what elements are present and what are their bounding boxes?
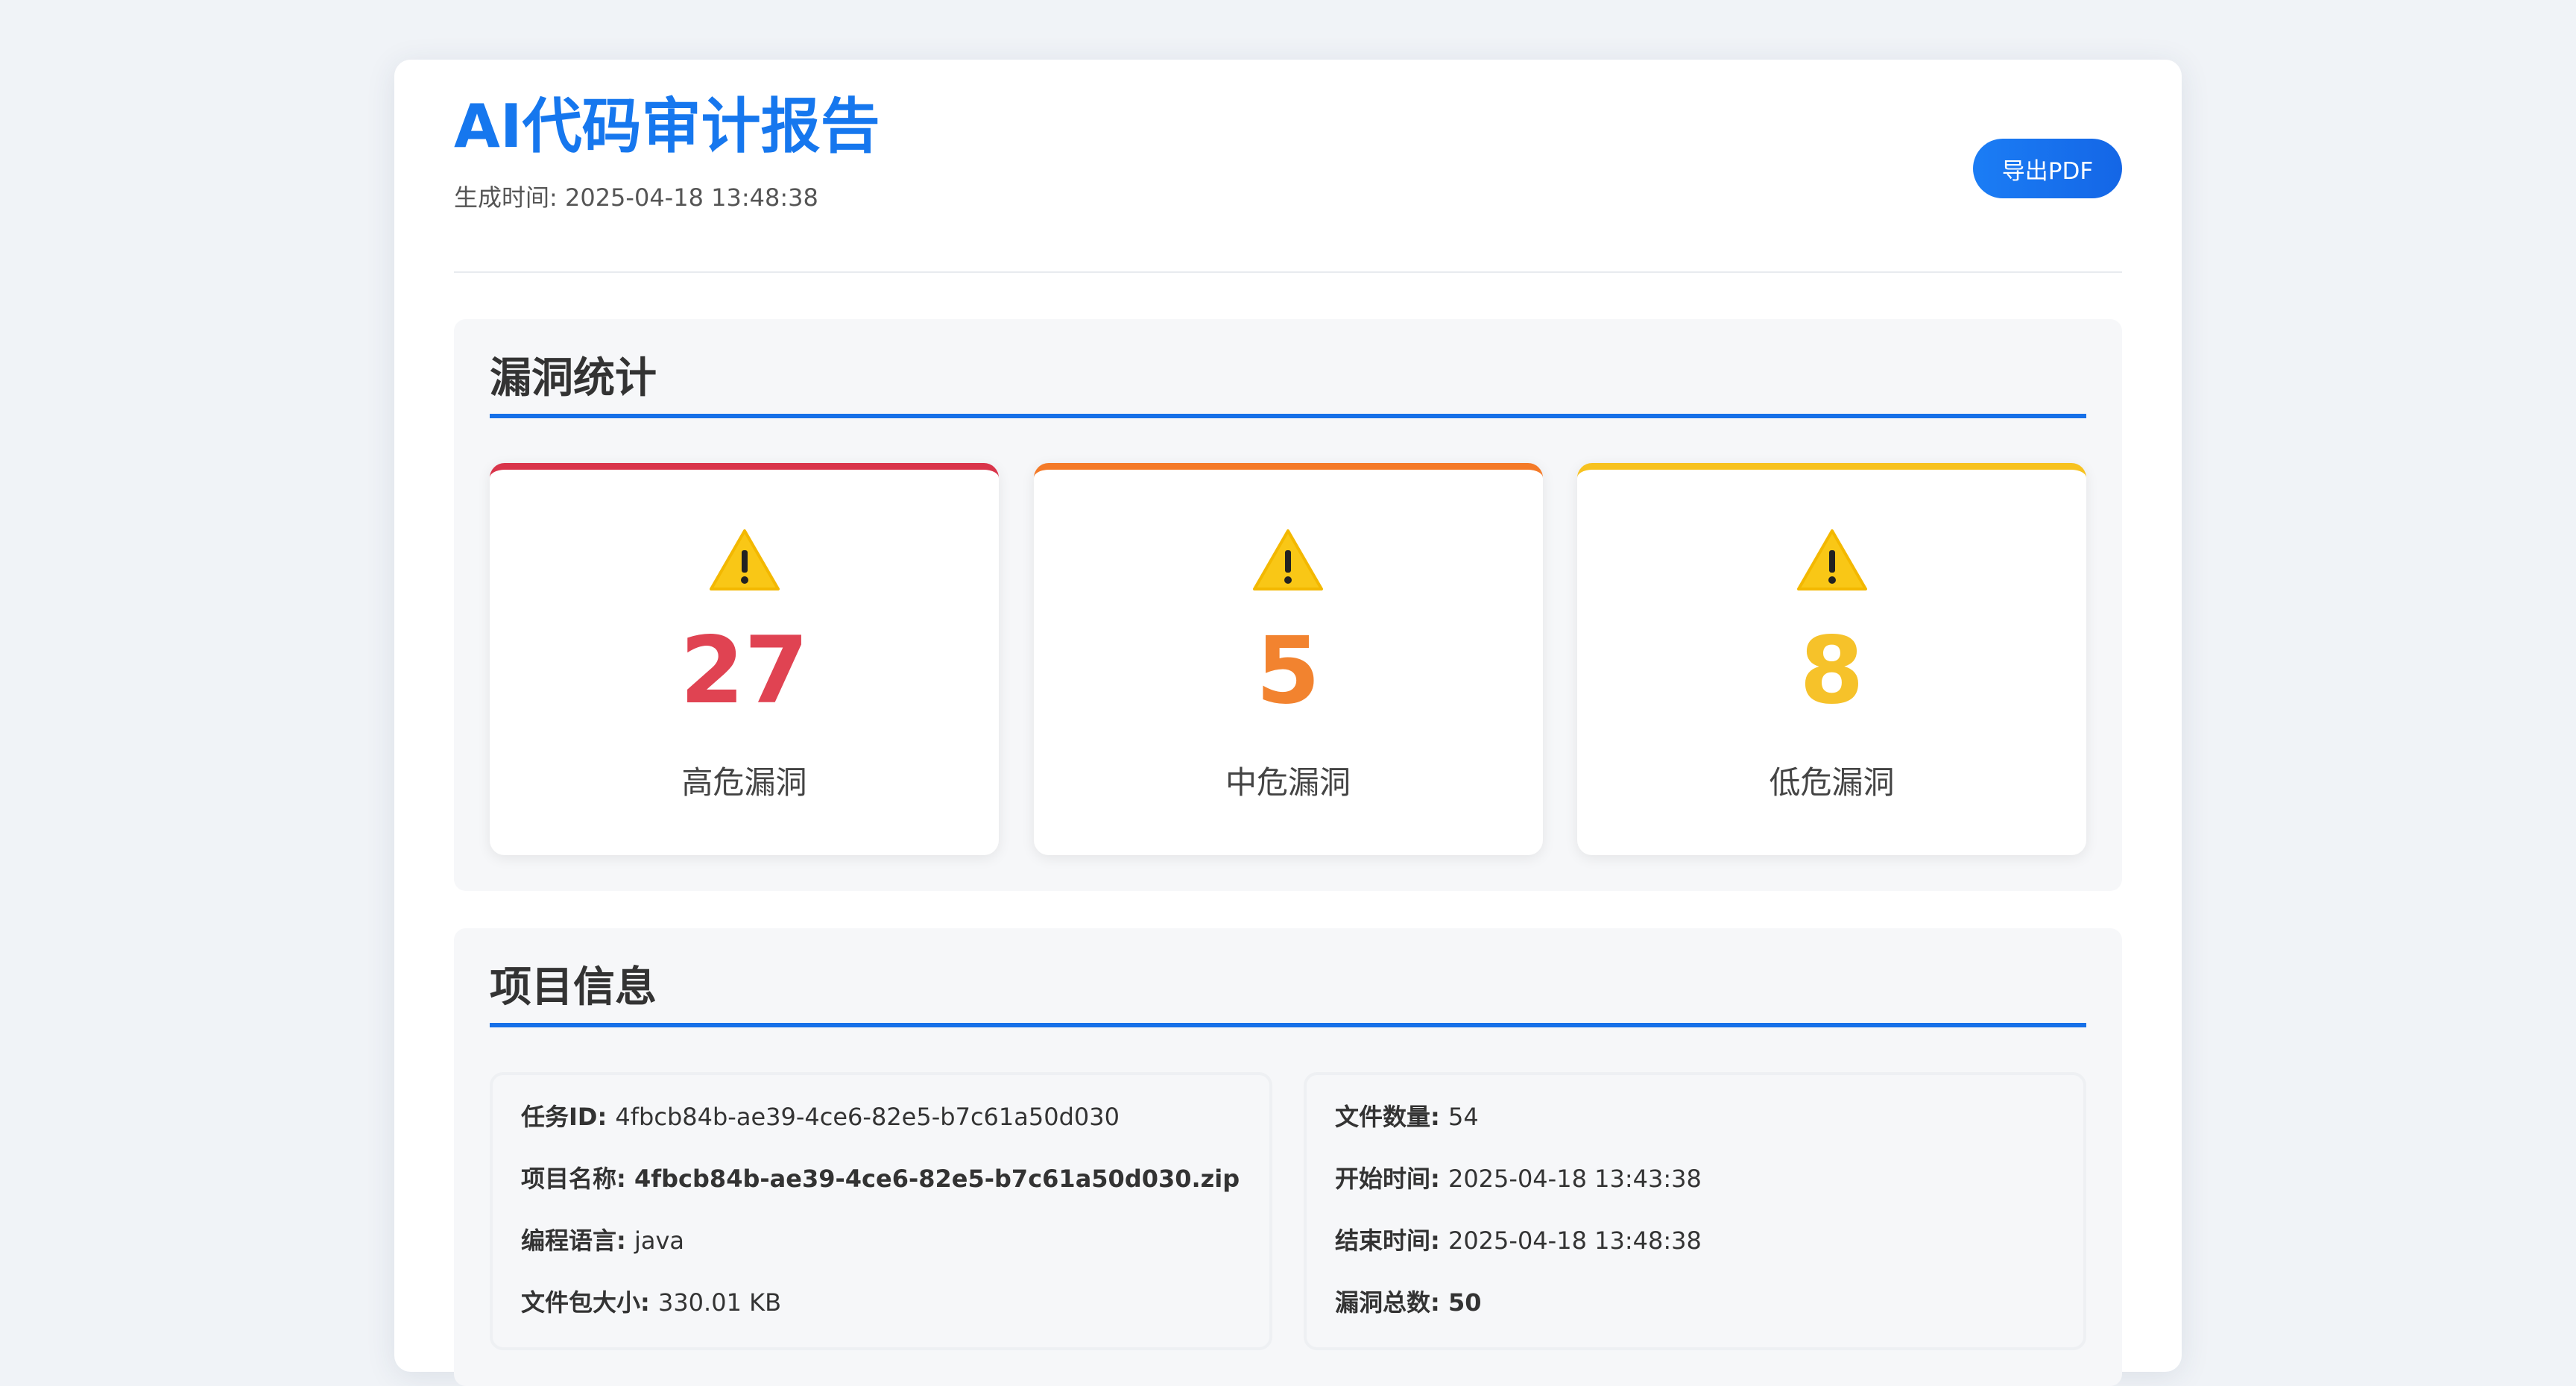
report-title: AI代码审计报告	[454, 92, 880, 161]
info-row-total-vulns: 漏洞总数: 50	[1335, 1288, 2055, 1317]
warning-icon	[709, 529, 780, 591]
info-row-file-count: 文件数量: 54	[1335, 1102, 2055, 1132]
info-value: 2025-04-18 13:48:38	[1448, 1226, 1702, 1256]
stat-label-high: 高危漏洞	[681, 764, 807, 801]
info-value: 2025-04-18 13:43:38	[1448, 1165, 1702, 1194]
project-info-section: 项目信息 任务ID: 4fbcb84b-ae39-4ce6-82e5-b7c61…	[454, 928, 2122, 1386]
warning-icon	[1253, 529, 1323, 591]
report-header: AI代码审计报告 生成时间: 2025-04-18 13:48:38 导出PDF	[454, 60, 2122, 273]
info-key: 结束时间:	[1335, 1226, 1448, 1256]
info-key: 文件包大小:	[521, 1288, 658, 1317]
project-info-grid: 任务ID: 4fbcb84b-ae39-4ce6-82e5-b7c61a50d0…	[490, 1072, 2086, 1351]
info-value: 4fbcb84b-ae39-4ce6-82e5-b7c61a50d030.zip	[634, 1165, 1240, 1194]
stat-card-medium: 5 中危漏洞	[1033, 463, 1543, 856]
info-row-end-time: 结束时间: 2025-04-18 13:48:38	[1335, 1226, 2055, 1256]
stat-label-low: 低危漏洞	[1769, 764, 1895, 801]
stat-card-high: 27 高危漏洞	[490, 463, 999, 856]
info-value: 54	[1448, 1103, 1479, 1132]
generated-time-value: 2025-04-18 13:48:38	[564, 183, 818, 212]
project-info-left: 任务ID: 4fbcb84b-ae39-4ce6-82e5-b7c61a50d0…	[490, 1072, 1272, 1351]
stat-count-low: 8	[1799, 617, 1864, 725]
info-row-package-size: 文件包大小: 330.01 KB	[521, 1288, 1241, 1317]
section-title-project: 项目信息	[490, 963, 2086, 1028]
export-pdf-button[interactable]: 导出PDF	[1973, 139, 2122, 198]
vulnerability-stats-section: 漏洞统计 27 高危漏洞 5 中危漏洞 8 低危漏洞	[454, 319, 2122, 892]
info-value: 50	[1448, 1288, 1482, 1317]
info-key: 项目名称:	[521, 1165, 634, 1194]
project-info-right: 文件数量: 54 开始时间: 2025-04-18 13:43:38 结束时间:…	[1304, 1072, 2086, 1351]
info-key: 任务ID:	[521, 1103, 616, 1132]
info-key: 编程语言:	[521, 1226, 634, 1256]
info-value: java	[634, 1226, 684, 1256]
info-row-task-id: 任务ID: 4fbcb84b-ae39-4ce6-82e5-b7c61a50d0…	[521, 1102, 1241, 1132]
info-key: 开始时间:	[1335, 1165, 1448, 1194]
info-row-language: 编程语言: java	[521, 1226, 1241, 1256]
stat-label-medium: 中危漏洞	[1225, 764, 1351, 801]
stats-cards: 27 高危漏洞 5 中危漏洞 8 低危漏洞	[490, 463, 2086, 856]
stat-count-high: 27	[680, 617, 809, 725]
info-row-start-time: 开始时间: 2025-04-18 13:43:38	[1335, 1164, 2055, 1194]
info-value: 330.01 KB	[657, 1288, 782, 1317]
info-value: 4fbcb84b-ae39-4ce6-82e5-b7c61a50d030	[615, 1103, 1120, 1132]
stat-card-low: 8 低危漏洞	[1577, 463, 2086, 856]
warning-icon	[1796, 529, 1867, 591]
section-title-stats: 漏洞统计	[490, 353, 2086, 419]
info-key: 漏洞总数:	[1335, 1288, 1448, 1317]
info-row-project-name: 项目名称: 4fbcb84b-ae39-4ce6-82e5-b7c61a50d0…	[521, 1164, 1241, 1194]
report-page: AI代码审计报告 生成时间: 2025-04-18 13:48:38 导出PDF…	[394, 60, 2182, 1386]
generated-time: 生成时间: 2025-04-18 13:48:38	[454, 179, 818, 213]
generated-time-label: 生成时间:	[454, 183, 565, 212]
stat-count-medium: 5	[1255, 617, 1321, 725]
info-key: 文件数量:	[1335, 1103, 1448, 1132]
